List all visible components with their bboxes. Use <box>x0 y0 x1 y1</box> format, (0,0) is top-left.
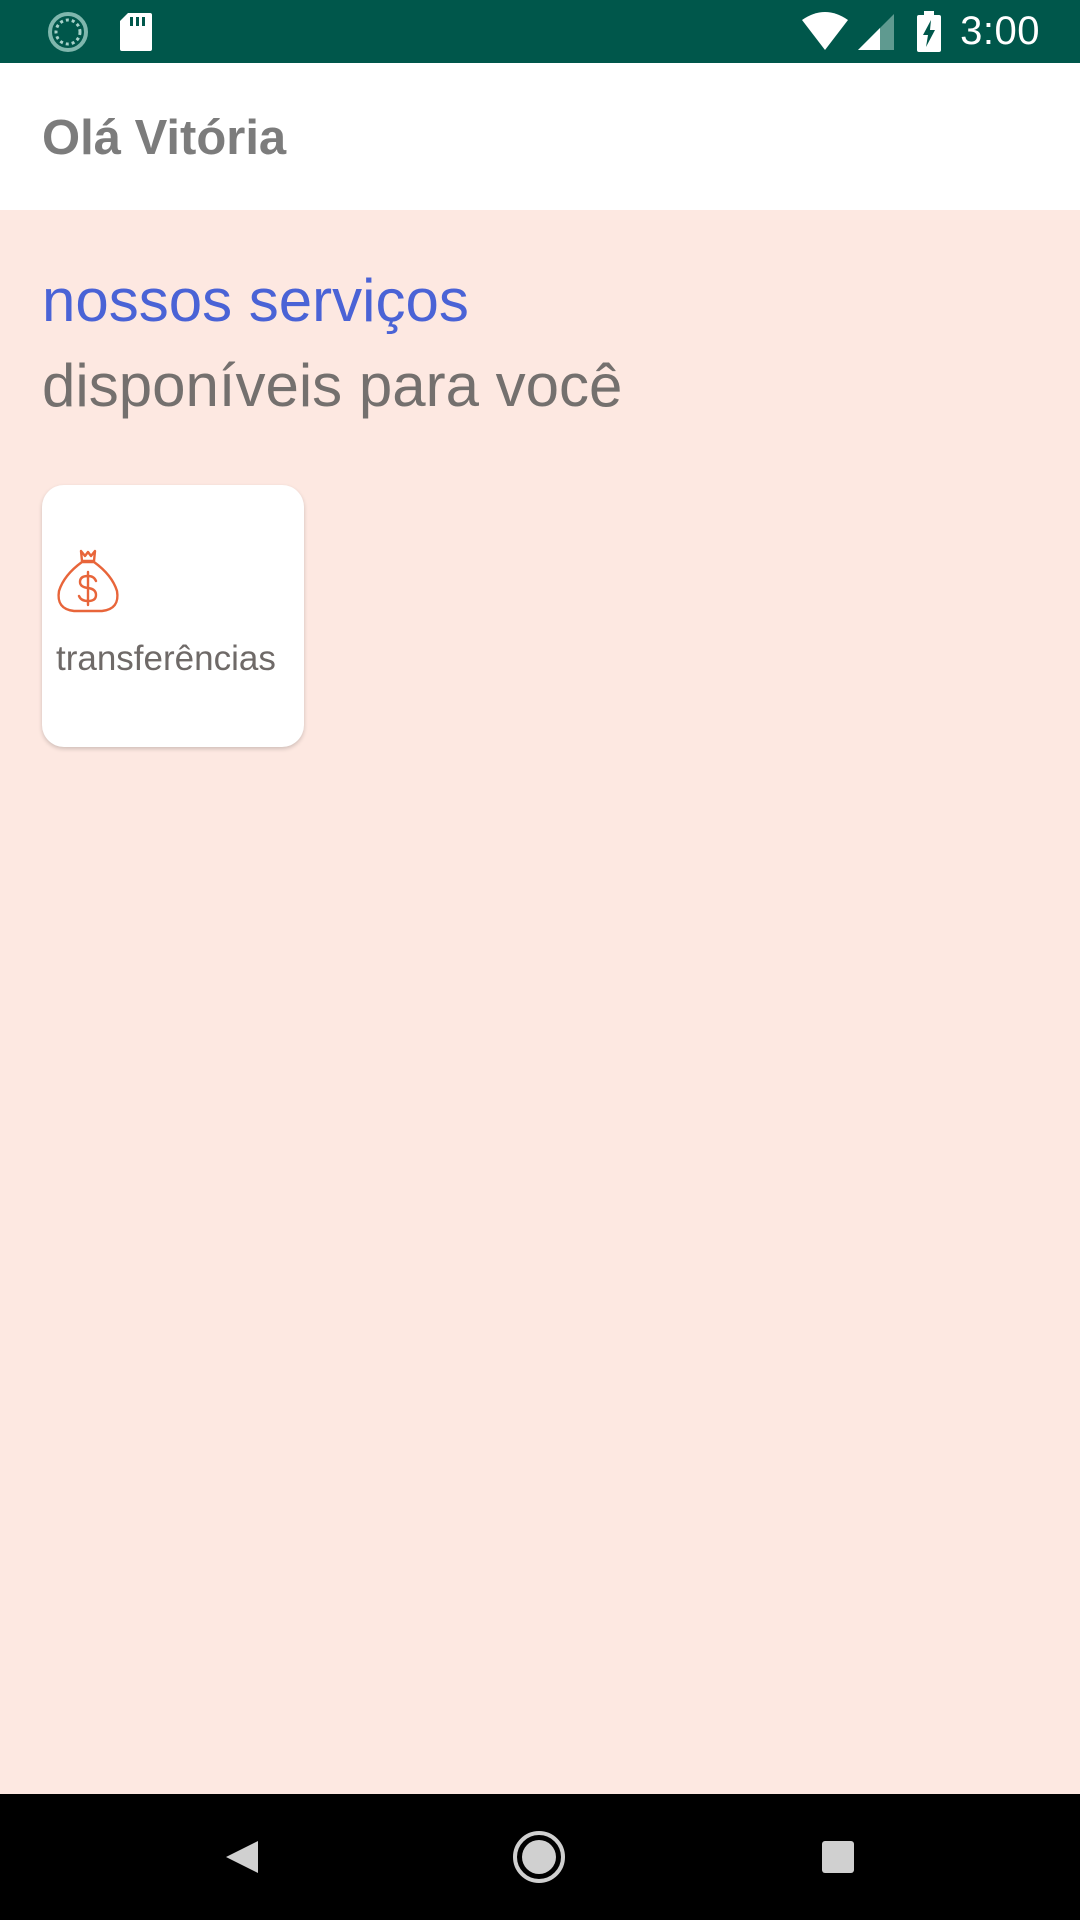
signal-icon <box>856 12 896 52</box>
status-bar: 3:00 <box>0 0 1080 63</box>
greeting-title: Olá Vitória <box>42 111 287 165</box>
services-heading: nossos serviços <box>42 267 469 334</box>
sd-card-icon <box>118 11 154 53</box>
app-bar: Olá Vitória <box>0 63 1080 210</box>
back-icon[interactable] <box>212 1827 272 1887</box>
status-bar-right: 3:00 <box>800 0 1040 63</box>
service-card-transferencias[interactable]: transferências <box>42 485 304 747</box>
status-bar-left <box>46 11 154 53</box>
wifi-icon <box>800 11 850 52</box>
recent-apps-icon[interactable] <box>808 1827 868 1887</box>
spinner-icon <box>46 10 90 54</box>
services-subheading: disponíveis para você <box>42 352 623 419</box>
status-bar-clock: 3:00 <box>960 9 1040 53</box>
home-icon[interactable] <box>509 1827 569 1887</box>
navigation-bar <box>0 1794 1080 1920</box>
service-card-label: transferências <box>56 639 276 678</box>
battery-charging-icon <box>916 10 942 53</box>
money-bag-icon <box>54 547 122 615</box>
main-content: nossos serviços disponíveis para você tr… <box>0 210 1080 1794</box>
